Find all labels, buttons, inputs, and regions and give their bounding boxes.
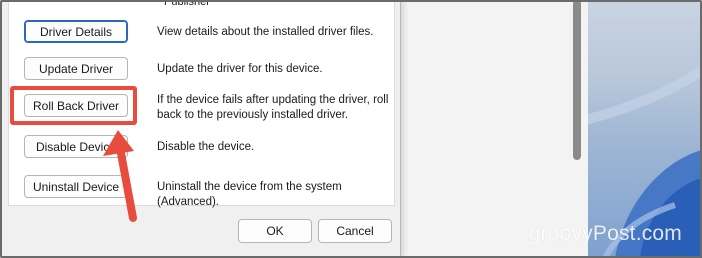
screenshot-frame: [0, 0, 702, 258]
